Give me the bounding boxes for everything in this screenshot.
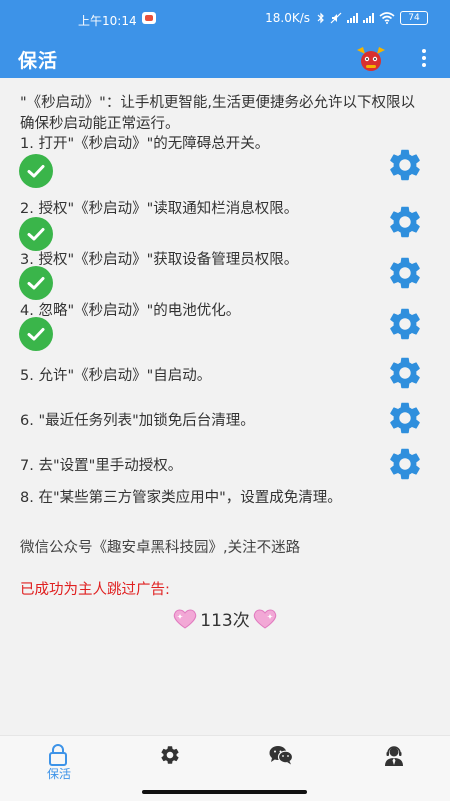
nav-item-settings[interactable] (113, 736, 225, 788)
mute-icon (330, 12, 342, 24)
lock-icon (49, 744, 67, 766)
step-5-label: 5. 允许"《秒启动》"自启动。 (20, 368, 212, 384)
page-title: 保活 (18, 50, 59, 72)
wifi-icon (379, 12, 395, 24)
check-icon (19, 317, 53, 351)
check-icon (19, 217, 53, 251)
status-time: 上午10:14 (78, 14, 137, 28)
status-bar: 上午10:14 18.0K/s 74 (0, 0, 450, 38)
step-3-gear-icon[interactable] (386, 254, 424, 292)
network-speed: 18.0K/s (265, 11, 310, 25)
more-vert-icon[interactable] (414, 46, 434, 70)
step-4-label: 4. 忽略"《秒启动》"的电池优化。 (20, 303, 241, 319)
nav-label-keepalive: 保活 (46, 767, 71, 781)
step-6-gear-icon[interactable] (386, 399, 424, 437)
step-7-gear-icon[interactable] (386, 445, 424, 483)
step-1-gear-icon[interactable] (386, 146, 424, 184)
heart-icon (174, 609, 197, 629)
wechat-account-note: 微信公众号《趣安卓黑科技园》,关注不迷路 (20, 540, 301, 556)
step-7-label: 7. 去"设置"里手动授权。 (20, 458, 183, 474)
heart-icon (253, 609, 276, 629)
signal-icon (347, 13, 358, 23)
bluetooth-icon (317, 12, 324, 24)
step-2-label: 2. 授权"《秒启动》"读取通知栏消息权限。 (20, 201, 299, 217)
check-icon (19, 266, 53, 300)
app-bar: 保活 (0, 38, 450, 78)
gear-icon (161, 746, 179, 764)
check-icon (19, 154, 53, 188)
step-6-label: 6. "最近任务列表"加锁免后台清理。 (20, 413, 255, 429)
ad-skip-label: 已成功为主人跳过广告: (20, 582, 170, 598)
step-8-label: 8. 在"某些第三方管家类应用中"，设置成免清理。 (20, 490, 342, 506)
mascot-icon[interactable] (353, 44, 389, 74)
nav-item-wechat[interactable] (225, 736, 337, 788)
app-notification-icon (142, 12, 156, 24)
home-indicator (142, 790, 307, 794)
ad-skip-count: 113次 (200, 611, 250, 631)
step-5-gear-icon[interactable] (386, 354, 424, 392)
support-agent-icon (385, 746, 403, 766)
battery-indicator: 74 (400, 11, 428, 25)
step-3-label: 3. 授权"《秒启动》"获取设备管理员权限。 (20, 252, 299, 268)
step-2-gear-icon[interactable] (386, 203, 424, 241)
status-indicators: 18.0K/s 74 (265, 11, 428, 25)
step-1-label: 1. 打开"《秒启动》"的无障碍总开关。 (20, 136, 270, 152)
signal-icon-2 (363, 13, 374, 23)
step-4-gear-icon[interactable] (386, 305, 424, 343)
nav-item-support[interactable] (337, 736, 449, 788)
ad-skip-counter: 113次 (0, 606, 450, 631)
intro-text: "《秒启动》"：让手机更智能,生活更便捷务必允许以下权限以确保秒启动能正常运行。 (20, 95, 415, 132)
wechat-icon (269, 746, 294, 765)
nav-item-keepalive[interactable]: 保活 (1, 736, 113, 788)
